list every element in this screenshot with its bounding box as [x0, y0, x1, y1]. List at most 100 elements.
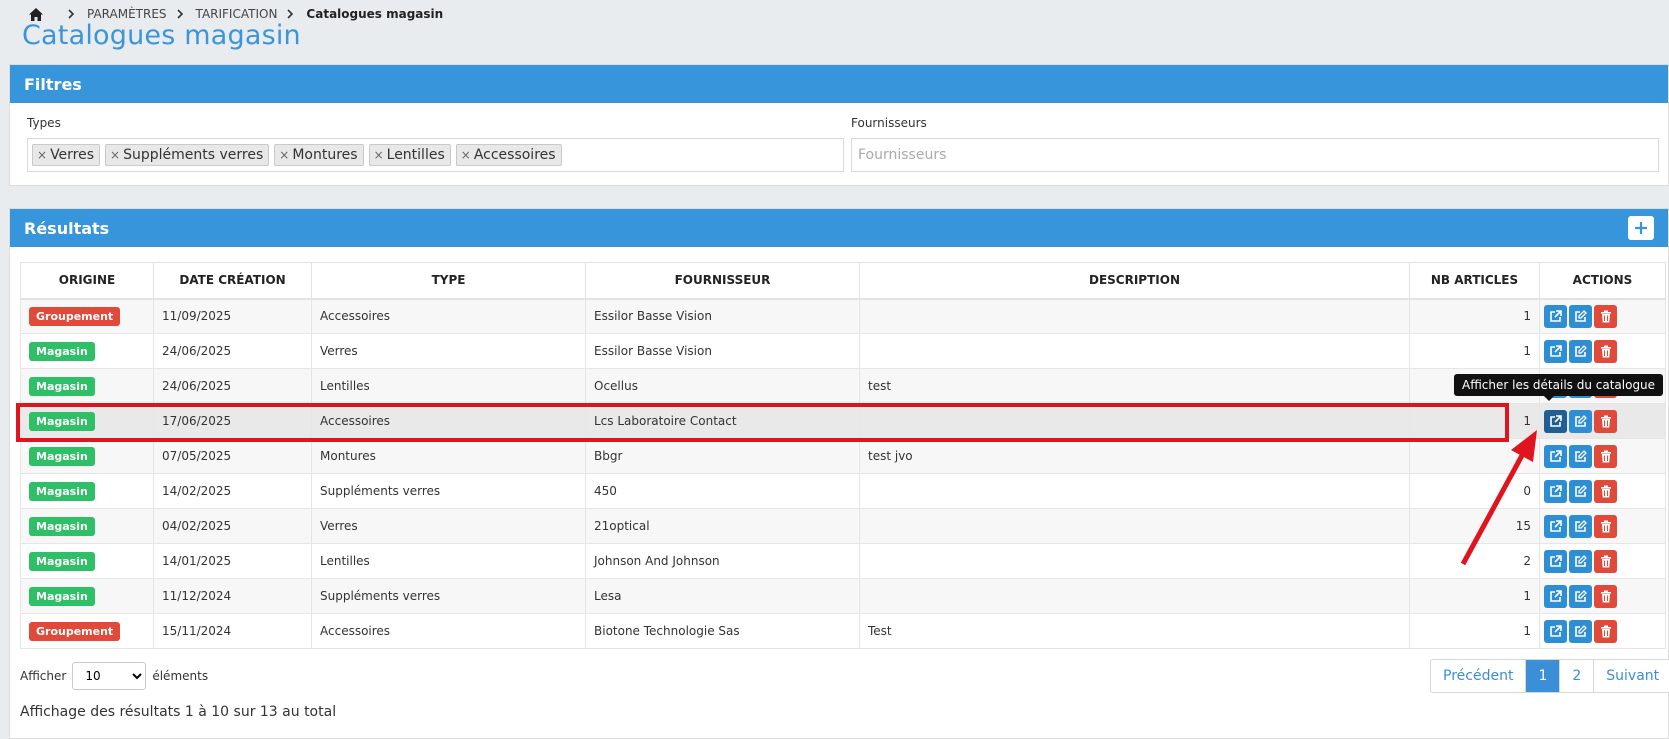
view-details-button[interactable]: [1544, 619, 1567, 643]
column-header[interactable]: TYPE: [311, 262, 586, 300]
remove-tag-icon[interactable]: ×: [374, 148, 384, 162]
type-tag: × Accessoires: [455, 144, 562, 166]
results-table: ORIGINE DATE CRÉATION TYPE FOURNISSEUR DESCR…: [20, 262, 1666, 649]
cell-nb-articles: 1: [1409, 298, 1540, 334]
view-details-button[interactable]: [1544, 304, 1567, 328]
results-info: Affichage des résultats 1 à 10 sur 13 au…: [20, 704, 337, 720]
origin-badge: Magasin: [29, 586, 95, 606]
cell-type: Accessoires: [311, 403, 586, 439]
results-title: Résultats: [24, 218, 110, 238]
add-catalog-button[interactable]: [1628, 216, 1654, 240]
table-row[interactable]: Magasin 04/02/2025 Verres 21optical 15: [20, 508, 1666, 544]
page-title: Catalogues magasin: [22, 20, 301, 51]
edit-button[interactable]: [1569, 584, 1592, 608]
delete-button[interactable]: [1594, 304, 1617, 328]
table-row[interactable]: Magasin 17/06/2025 Accessoires Lcs Laborato…: [20, 403, 1666, 439]
view-details-button[interactable]: [1544, 339, 1567, 363]
cell-date: 24/06/2025: [153, 333, 312, 369]
type-tag-label: Lentilles: [386, 147, 445, 163]
edit-button[interactable]: [1569, 444, 1592, 468]
cell-origine: Magasin: [20, 473, 154, 509]
external-link-icon: [1549, 309, 1562, 323]
cell-nb-articles: 1: [1409, 578, 1540, 614]
page-button[interactable]: 2: [1560, 660, 1595, 692]
cell-date: 15/11/2024: [153, 613, 312, 649]
remove-tag-icon[interactable]: ×: [461, 148, 471, 162]
edit-button[interactable]: [1569, 619, 1592, 643]
view-details-button[interactable]: [1544, 584, 1567, 608]
cell-date: 17/06/2025: [153, 403, 312, 439]
delete-button[interactable]: [1594, 444, 1617, 468]
type-tag: × Verres: [32, 144, 101, 166]
origin-badge: Magasin: [29, 551, 95, 571]
origin-badge: Magasin: [29, 411, 95, 431]
edit-button[interactable]: [1569, 339, 1592, 363]
view-details-button[interactable]: [1544, 479, 1567, 503]
column-header[interactable]: FOURNISSEUR: [585, 262, 860, 300]
filters-panel: Filtres Types × Verres × Suppléments verres…: [9, 64, 1669, 186]
table-row[interactable]: Magasin 07/05/2025 Montures Bbgr test jvo: [20, 438, 1666, 474]
column-header[interactable]: DATE CRÉATION: [153, 262, 312, 300]
cell-actions: [1539, 298, 1666, 334]
suppliers-select[interactable]: Fournisseurs: [851, 138, 1659, 172]
page-size-select[interactable]: 10: [72, 662, 147, 690]
results-header: Résultats: [10, 209, 1668, 247]
results-panel: Résultats ORIGINE DATE CRÉATION TYPE FOURNI…: [9, 208, 1669, 739]
view-details-button[interactable]: [1544, 514, 1567, 538]
column-header[interactable]: NB ARTICLES: [1409, 262, 1540, 300]
edit-icon: [1574, 484, 1587, 498]
prev-page-button[interactable]: Précédent: [1431, 660, 1527, 692]
view-details-button[interactable]: [1544, 549, 1567, 573]
delete-button[interactable]: [1594, 619, 1617, 643]
edit-button[interactable]: [1569, 479, 1592, 503]
chevron-right-icon: [287, 9, 294, 19]
cell-description: [859, 543, 1410, 579]
types-select[interactable]: × Verres × Suppléments verres × Montures × Lent…: [27, 138, 844, 172]
remove-tag-icon[interactable]: ×: [37, 148, 47, 162]
cell-origine: Magasin: [20, 333, 154, 369]
cell-type: Verres: [311, 333, 586, 369]
breadcrumb-item-parametres[interactable]: PARAMÈTRES: [87, 7, 167, 21]
type-tag-label: Accessoires: [473, 147, 556, 163]
external-link-icon: [1549, 414, 1562, 428]
delete-button[interactable]: [1594, 409, 1617, 433]
filters-header: Filtres: [10, 65, 1668, 103]
remove-tag-icon[interactable]: ×: [279, 148, 289, 162]
column-header[interactable]: ACTIONS: [1539, 262, 1666, 300]
table-row[interactable]: Magasin 14/02/2025 Suppléments verres 450 0: [20, 473, 1666, 509]
delete-button[interactable]: [1594, 514, 1617, 538]
view-details-button[interactable]: [1544, 409, 1567, 433]
origin-badge: Magasin: [29, 376, 95, 396]
edit-button[interactable]: [1569, 304, 1592, 328]
trash-icon: [1600, 450, 1612, 463]
delete-button[interactable]: [1594, 479, 1617, 503]
table-row[interactable]: Magasin 24/06/2025 Lentilles Ocellus test: [20, 368, 1666, 404]
page-button[interactable]: 1: [1526, 660, 1561, 692]
column-header[interactable]: ORIGINE: [20, 262, 154, 300]
table-row[interactable]: Magasin 24/06/2025 Verres Essilor Basse Vis…: [20, 333, 1666, 369]
remove-tag-icon[interactable]: ×: [110, 148, 120, 162]
delete-button[interactable]: [1594, 549, 1617, 573]
edit-button[interactable]: [1569, 549, 1592, 573]
cell-description: [859, 333, 1410, 369]
home-icon[interactable]: [28, 7, 44, 21]
trash-icon: [1600, 485, 1612, 498]
cell-fournisseur: Essilor Basse Vision: [585, 298, 860, 334]
view-details-button[interactable]: [1544, 444, 1567, 468]
breadcrumb-item-tarification[interactable]: TARIFICATION: [196, 7, 278, 21]
cell-nb-articles: 1: [1409, 613, 1540, 649]
table-row[interactable]: Groupement 11/09/2025 Accessoires Essilor B…: [20, 298, 1666, 334]
column-header[interactable]: DESCRIPTION: [859, 262, 1410, 300]
table-row[interactable]: Groupement 15/11/2024 Accessoires Biotone T…: [20, 613, 1666, 649]
edit-icon: [1574, 449, 1587, 463]
edit-button[interactable]: [1569, 409, 1592, 433]
delete-button[interactable]: [1594, 584, 1617, 608]
external-link-icon: [1549, 554, 1562, 568]
table-row[interactable]: Magasin 14/01/2025 Lentilles Johnson And Jo…: [20, 543, 1666, 579]
external-link-icon: [1549, 519, 1562, 533]
next-page-button[interactable]: Suivant: [1594, 660, 1669, 692]
origin-badge: Magasin: [29, 481, 95, 501]
table-row[interactable]: Magasin 11/12/2024 Suppléments verres Lesa 1: [20, 578, 1666, 614]
edit-button[interactable]: [1569, 514, 1592, 538]
delete-button[interactable]: [1594, 339, 1617, 363]
